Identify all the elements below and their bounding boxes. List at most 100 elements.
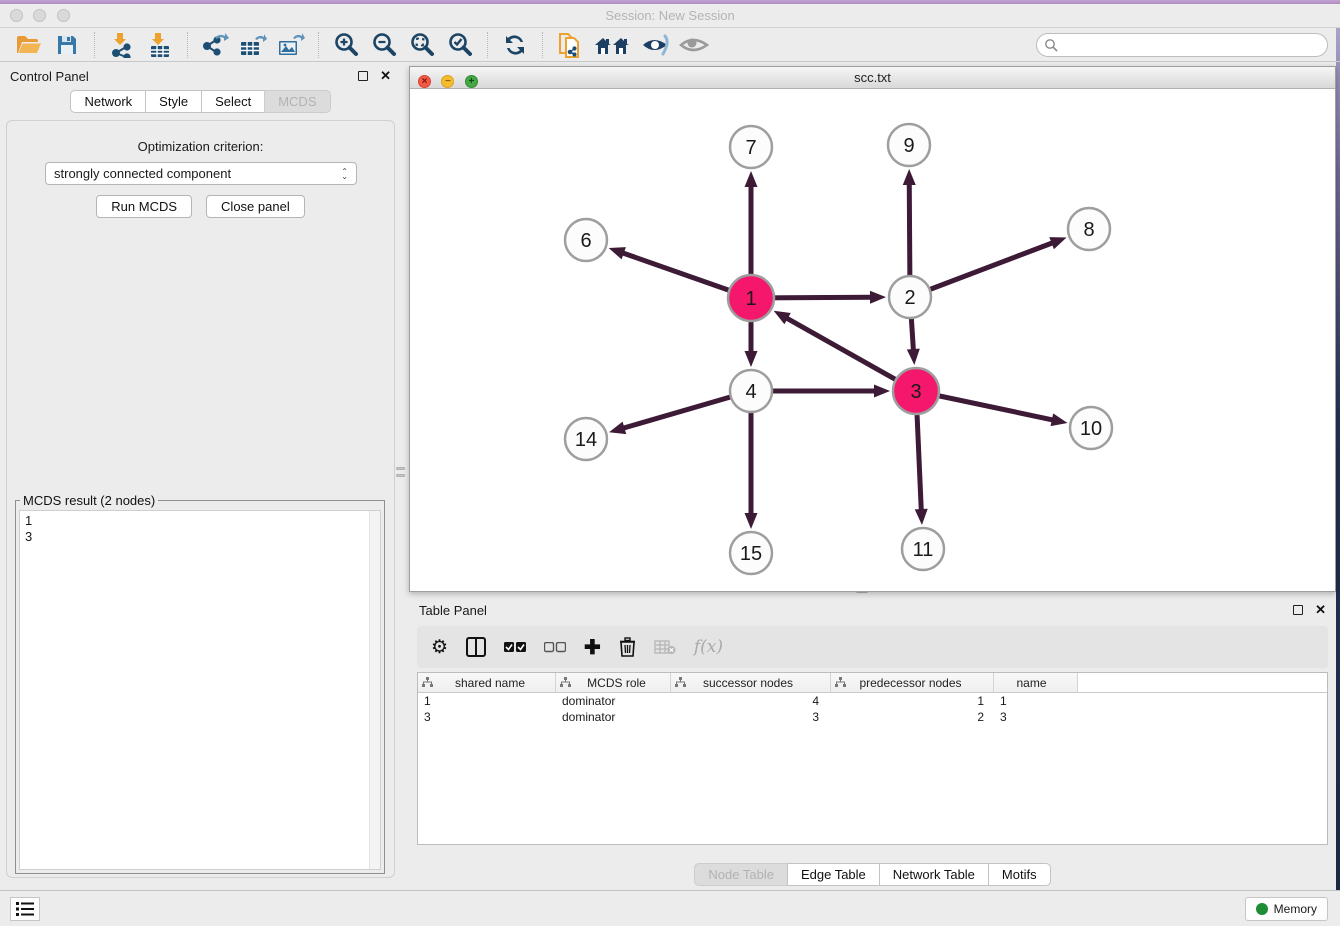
table-cell[interactable]: 4 — [671, 694, 831, 708]
result-line: 1 — [25, 513, 375, 529]
graph-node-4[interactable]: 4 — [730, 370, 772, 412]
tab-select[interactable]: Select — [201, 90, 265, 113]
criterion-select[interactable]: strongly connected component ⌃⌄ — [45, 162, 357, 185]
network-overview-icon[interactable] — [593, 31, 633, 59]
save-session-icon[interactable] — [52, 31, 82, 59]
table-cell[interactable]: 1 — [418, 694, 556, 708]
delete-table-icon — [654, 635, 676, 659]
table-cell[interactable]: dominator — [556, 710, 671, 724]
close-table-panel-icon[interactable]: ✕ — [1315, 602, 1326, 618]
table-tab-edge-table[interactable]: Edge Table — [787, 863, 880, 886]
window-minimize-button[interactable] — [33, 9, 46, 22]
show-all-icon[interactable] — [679, 31, 709, 59]
hide-selected-icon[interactable] — [641, 31, 671, 59]
open-session-icon[interactable] — [14, 31, 44, 59]
node-table[interactable]: shared nameMCDS rolesuccessor nodes prede… — [417, 672, 1328, 845]
table-row[interactable]: 1dominator411 — [418, 693, 1327, 709]
vertical-splitter[interactable] — [396, 467, 405, 470]
column-header-successor-nodes[interactable]: successor nodes — [671, 673, 831, 692]
graph-node-11[interactable]: 11 — [902, 528, 944, 570]
export-image-icon[interactable] — [276, 31, 306, 59]
add-row-icon[interactable]: ✚ — [584, 635, 601, 659]
table-tab-node-table[interactable]: Node Table — [694, 863, 788, 886]
window-close-button[interactable] — [10, 9, 23, 22]
graph-node-10[interactable]: 10 — [1070, 407, 1112, 449]
table-cell[interactable]: 3 — [671, 710, 831, 724]
memory-button[interactable]: Memory — [1245, 897, 1328, 921]
table-tab-network-table[interactable]: Network Table — [879, 863, 989, 886]
column-chooser-icon[interactable] — [466, 635, 486, 659]
arrowhead-4-14 — [609, 422, 626, 434]
zoom-selected-icon[interactable] — [445, 31, 475, 59]
graph-node-3[interactable]: 3 — [893, 368, 939, 414]
mcds-result-box: MCDS result (2 nodes) 13 — [15, 493, 385, 874]
network-window-titlebar[interactable]: × − + scc.txt — [410, 67, 1335, 89]
export-table-icon[interactable] — [238, 31, 268, 59]
refresh-layout-icon[interactable] — [500, 31, 530, 59]
column-header-mcds-role[interactable]: MCDS role — [556, 673, 671, 692]
hierarchy-icon — [675, 677, 686, 688]
column-header-shared-name[interactable]: shared name — [418, 673, 556, 692]
column-header-predecessor-nodes[interactable]: predecessor nodes — [831, 673, 994, 692]
desktop-edge-right — [1336, 4, 1340, 926]
table-cell[interactable]: 3 — [418, 710, 556, 724]
graph-node-1[interactable]: 1 — [728, 275, 774, 321]
arrowhead-1-6 — [609, 247, 626, 259]
duplicate-network-icon[interactable] — [555, 31, 585, 59]
mcds-result-title: MCDS result (2 nodes) — [20, 493, 158, 508]
delete-row-icon[interactable] — [619, 635, 636, 659]
search-input[interactable] — [1036, 33, 1328, 57]
select-all-rows-icon[interactable] — [504, 635, 526, 659]
float-table-panel-icon[interactable] — [1293, 605, 1303, 615]
close-panel-icon[interactable]: ✕ — [380, 68, 391, 84]
tab-mcds[interactable]: MCDS — [264, 90, 330, 113]
table-tab-motifs[interactable]: Motifs — [988, 863, 1051, 886]
window-zoom-button[interactable] — [57, 9, 70, 22]
net-close-icon[interactable]: × — [418, 75, 431, 88]
task-history-button[interactable] — [10, 897, 40, 921]
deselect-all-rows-icon[interactable] — [544, 635, 566, 659]
svg-text:15: 15 — [740, 543, 762, 565]
column-label: predecessor nodes — [846, 676, 983, 690]
graph-node-8[interactable]: 8 — [1068, 208, 1110, 250]
graph-node-2[interactable]: 2 — [889, 276, 931, 318]
arrowhead-2-8 — [1049, 237, 1066, 249]
graph-node-6[interactable]: 6 — [565, 219, 607, 261]
zoom-in-icon[interactable] — [331, 31, 361, 59]
vertical-splitter[interactable] — [396, 474, 405, 477]
export-network-icon[interactable] — [200, 31, 230, 59]
import-table-icon[interactable] — [145, 31, 175, 59]
table-cell[interactable]: 3 — [994, 710, 1078, 724]
table-cell[interactable]: 1 — [831, 694, 994, 708]
table-row[interactable]: 3dominator323 — [418, 709, 1327, 725]
table-cell[interactable]: 1 — [994, 694, 1078, 708]
mcds-result-text[interactable]: 13 — [19, 510, 381, 870]
table-cell[interactable]: dominator — [556, 694, 671, 708]
app-title: Session: New Session — [0, 4, 1340, 27]
net-zoom-icon[interactable]: + — [465, 75, 478, 88]
graph-node-7[interactable]: 7 — [730, 126, 772, 168]
gear-icon[interactable]: ⚙ — [431, 635, 448, 659]
import-network-icon[interactable] — [107, 31, 137, 59]
svg-text:9: 9 — [903, 135, 914, 157]
toolbar-separator — [487, 32, 488, 58]
result-scrollbar[interactable] — [369, 511, 380, 869]
network-canvas[interactable]: 7 9 6 8 1 2 4 3 14 10 15 11 — [410, 89, 1335, 591]
tab-style[interactable]: Style — [145, 90, 202, 113]
memory-status-icon — [1256, 903, 1268, 915]
graph-node-14[interactable]: 14 — [565, 418, 607, 460]
close-panel-button[interactable]: Close panel — [206, 195, 305, 218]
graph-node-9[interactable]: 9 — [888, 124, 930, 166]
tab-network[interactable]: Network — [70, 90, 146, 113]
hierarchy-icon — [560, 677, 571, 688]
zoom-out-icon[interactable] — [369, 31, 399, 59]
table-cell[interactable]: 2 — [831, 710, 994, 724]
column-header-name[interactable]: name — [994, 673, 1078, 692]
status-bar: Memory — [0, 890, 1340, 926]
graph-node-15[interactable]: 15 — [730, 532, 772, 574]
float-panel-icon[interactable] — [358, 71, 368, 81]
zoom-fit-icon[interactable] — [407, 31, 437, 59]
net-minimize-icon[interactable]: − — [441, 75, 454, 88]
run-mcds-button[interactable]: Run MCDS — [96, 195, 192, 218]
edge-2-8[interactable] — [910, 242, 1053, 297]
